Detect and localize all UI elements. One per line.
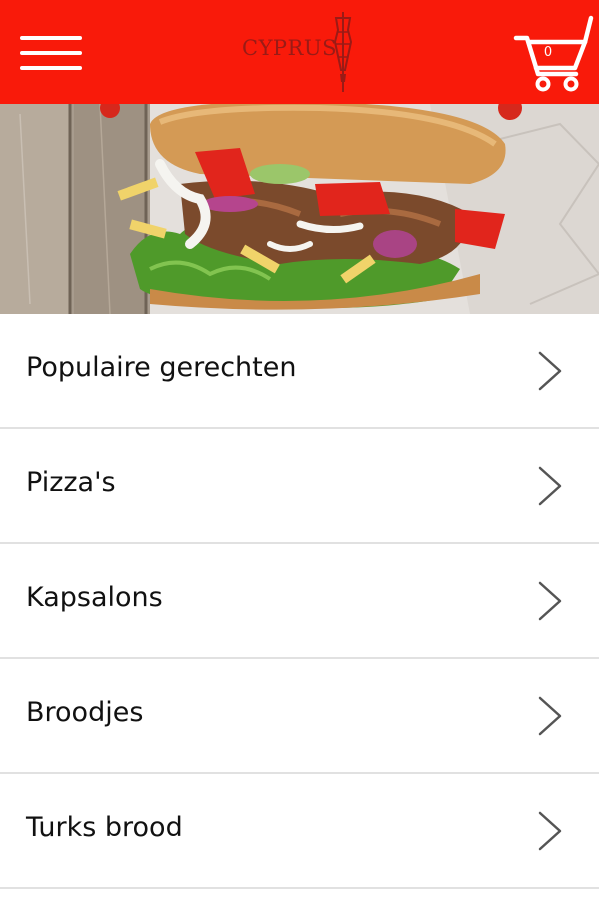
hero-banner — [0, 104, 599, 314]
top-bar: CYPRUS 0 — [0, 0, 599, 104]
cyprus-logo[interactable]: CYPRUS — [232, 10, 368, 94]
shopping-cart-icon[interactable]: 0 — [512, 12, 594, 94]
chevron-right-icon — [538, 811, 562, 851]
menu-bar-line — [20, 36, 82, 40]
category-item-pizzas[interactable]: Pizza's — [0, 429, 599, 544]
category-label: Turks brood — [26, 812, 183, 843]
category-label: Populaire gerechten — [26, 352, 297, 383]
category-item-turks-brood[interactable]: Turks brood — [0, 774, 599, 889]
category-label: Pizza's — [26, 467, 116, 498]
logo-text: CYPRUS — [242, 36, 337, 60]
chevron-right-icon — [538, 581, 562, 621]
category-label: Kapsalons — [26, 582, 163, 613]
menu-bar-line — [20, 51, 82, 55]
chevron-right-icon — [538, 696, 562, 736]
category-item-broodjes[interactable]: Broodjes — [0, 659, 599, 774]
hamburger-menu-icon[interactable] — [18, 30, 84, 74]
category-list: Populaire gerechten Pizza's Kapsalons Br… — [0, 314, 599, 889]
menu-bar-line — [20, 66, 82, 70]
cart-count-badge: 0 — [543, 45, 553, 60]
category-label: Broodjes — [26, 697, 144, 728]
chevron-right-icon — [538, 351, 562, 391]
app-screen: CYPRUS 0 Populaire gerechten Pizza's Kap… — [0, 0, 599, 900]
category-item-kapsalons[interactable]: Kapsalons — [0, 544, 599, 659]
category-item-populaire-gerechten[interactable]: Populaire gerechten — [0, 314, 599, 429]
doner-kebab-image — [0, 104, 599, 314]
chevron-right-icon — [538, 466, 562, 506]
